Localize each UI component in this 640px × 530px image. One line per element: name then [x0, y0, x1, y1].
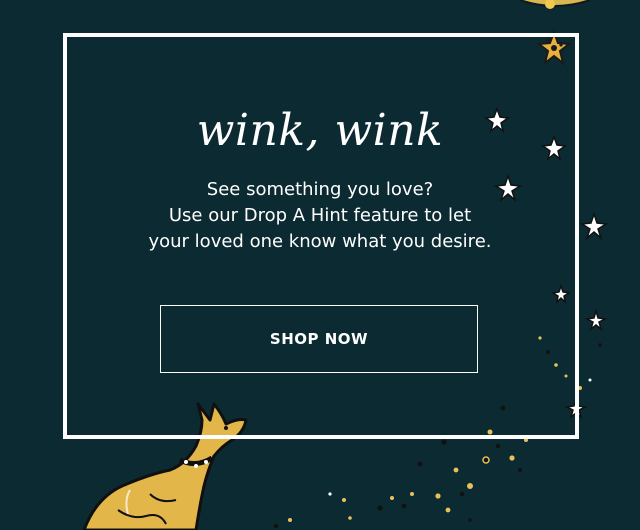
headline: wink, wink [196, 105, 444, 156]
body-line-3: your loved one know what you desire. [148, 231, 492, 252]
shop-now-button[interactable]: SHOP NOW [160, 305, 478, 373]
orb-icon [519, 0, 591, 9]
body-copy: See something you love? Use our Drop A H… [0, 177, 640, 255]
body-line-1: See something you love? [206, 179, 434, 200]
hint-banner: wink, wink See something you love? Use o… [0, 0, 640, 530]
body-line-2: Use our Drop A Hint feature to let [168, 205, 472, 226]
